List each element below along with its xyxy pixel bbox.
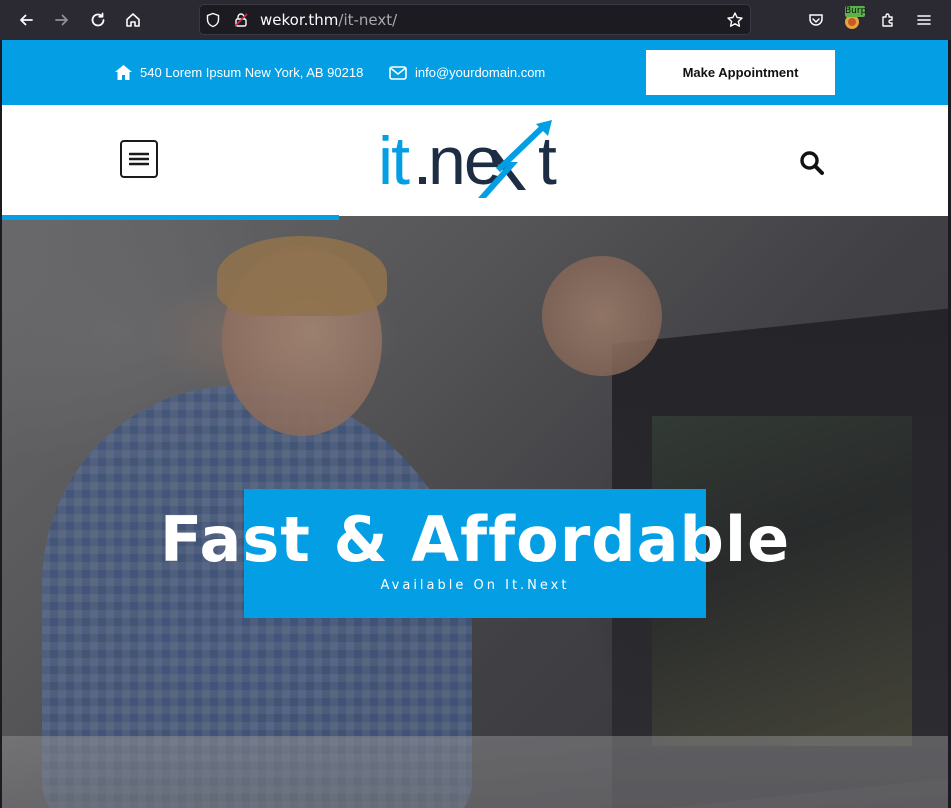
reload-button[interactable] [86, 8, 110, 32]
address-text: 540 Lorem Ipsum New York, AB 90218 [140, 65, 364, 80]
email-link[interactable]: info@yourdomain.com [415, 65, 545, 80]
url-text[interactable]: wekor.thm/it-next/ [260, 11, 397, 29]
back-button[interactable] [14, 8, 38, 32]
reload-icon [91, 12, 105, 27]
extensions-button[interactable] [876, 8, 900, 32]
url-path: /it-next/ [338, 11, 398, 29]
header-accent-bar [2, 215, 339, 220]
forward-button[interactable] [50, 8, 74, 32]
svg-text:t: t [538, 123, 557, 199]
puzzle-icon [882, 13, 893, 27]
page-viewport: 540 Lorem Ipsum New York, AB 90218 info@… [2, 40, 948, 808]
hero-banner: Fast & Affordable Available On It.Next [2, 216, 948, 808]
address-bar[interactable]: wekor.thm/it-next/ [199, 4, 751, 35]
extension-badge: Burp [845, 6, 867, 17]
site-header: it ne t [2, 105, 948, 216]
hero-subtitle: Available On It.Next [380, 578, 570, 593]
bookmark-star-icon[interactable] [726, 11, 744, 29]
home-button[interactable] [121, 8, 145, 32]
arrow-left-icon [20, 14, 33, 26]
contact-topbar: 540 Lorem Ipsum New York, AB 90218 info@… [2, 40, 948, 105]
svg-text:it: it [378, 123, 410, 199]
pocket-icon [809, 14, 823, 26]
make-appointment-button[interactable]: Make Appointment [646, 50, 835, 95]
insecure-lock-icon[interactable] [232, 11, 250, 29]
hamburger-menu-icon [129, 152, 149, 166]
home-icon [126, 13, 140, 27]
app-menu-button[interactable] [912, 8, 936, 32]
site-logo[interactable]: it ne t [378, 120, 578, 202]
hamburger-menu-icon [917, 15, 931, 25]
hero-title: Fast & Affordable [159, 503, 791, 576]
envelope-icon [389, 65, 407, 80]
shield-icon[interactable] [204, 11, 222, 29]
arrow-right-icon [55, 14, 68, 26]
browser-toolbar: wekor.thm/it-next/ Burp [0, 0, 951, 40]
home-icon [115, 65, 132, 80]
address-info: 540 Lorem Ipsum New York, AB 90218 [115, 65, 363, 80]
search-button[interactable] [798, 149, 826, 177]
pocket-button[interactable] [804, 8, 828, 32]
search-icon [800, 151, 824, 175]
menu-toggle-button[interactable] [120, 140, 158, 178]
email-info: info@yourdomain.com [389, 65, 545, 80]
url-host: wekor.thm [260, 11, 339, 29]
